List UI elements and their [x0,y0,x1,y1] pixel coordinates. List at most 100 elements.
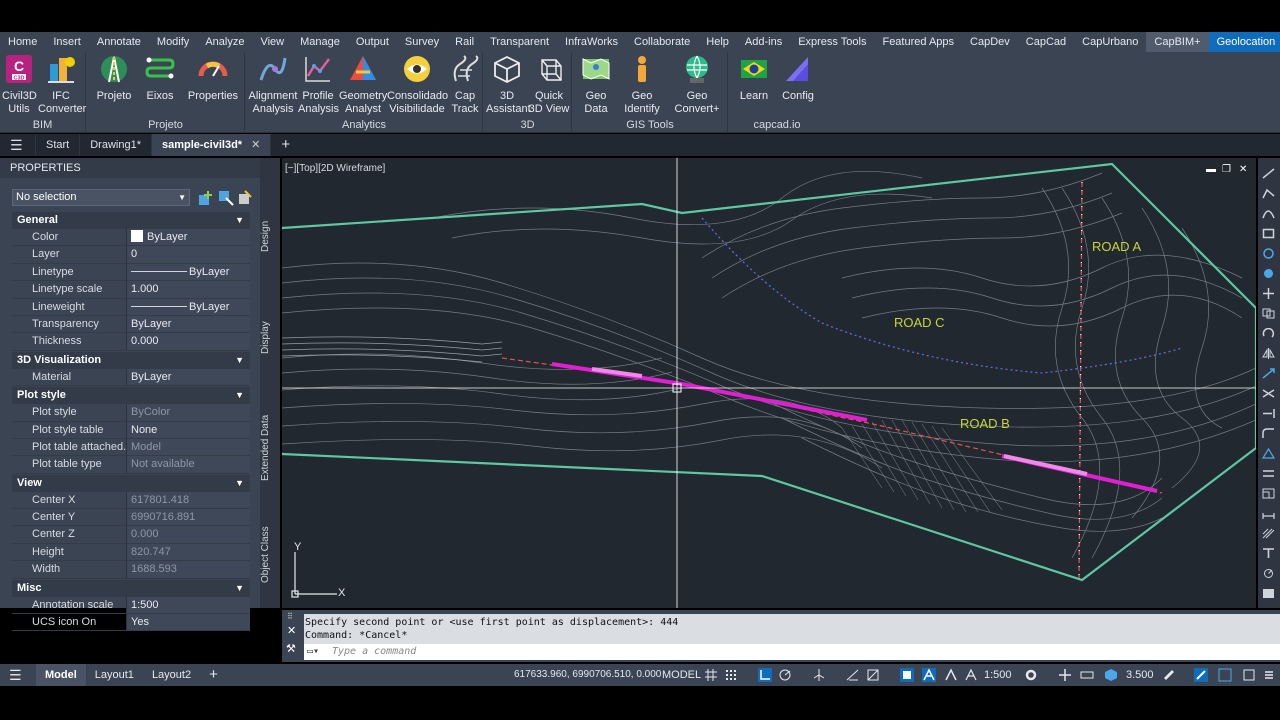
section-general[interactable]: General ▼ [12,212,250,229]
command-close-icon[interactable]: ✕ [287,624,296,637]
tool-arc-icon[interactable] [1262,208,1275,219]
ortho-mode-icon[interactable] [758,668,772,682]
menu-featured-apps[interactable]: Featured Apps [874,32,962,52]
command-grip-icon[interactable]: ⠿ [287,612,293,621]
add-layout-plus-icon[interactable]: + [200,664,227,686]
projeto-button[interactable]: Projeto [95,54,133,103]
prop-row-lineweight[interactable]: Lineweight ByLayer [12,298,250,316]
tool-trim-icon[interactable] [1262,388,1275,399]
menu-capbim[interactable]: CapBIM+ [1146,32,1209,52]
select-objects-icon[interactable] [218,190,234,206]
command-prompt-icon[interactable]: ▭▾ [307,644,319,660]
polar-tracking-icon[interactable] [778,668,792,682]
prop-row-plot-style[interactable]: Plot style ByColor [12,404,250,422]
prop-row-center-x[interactable]: Center X 617801.418 [12,491,250,510]
customization-icon[interactable] [1262,668,1276,682]
consolidado-visibilidade-button[interactable]: Consolidado Visibilidade [387,54,448,116]
prop-row-ucs-icon-on[interactable]: UCS icon On Yes [12,614,250,632]
isodraft-icon[interactable] [812,668,826,682]
tool-rotate-icon[interactable] [1262,328,1275,339]
menu-annotate[interactable]: Annotate [89,32,149,52]
hardware-accel-icon[interactable] [1162,668,1176,682]
menu-transparent[interactable]: Transparent [482,32,557,52]
tool-extend-icon[interactable] [1262,408,1275,419]
menu-output[interactable]: Output [348,32,397,52]
prop-row-material[interactable]: Material ByLayer [12,368,250,387]
side-tab-object-class[interactable]: Object Class [260,526,280,584]
eixos-button[interactable]: Eixos [141,54,179,103]
3d-assistant-button[interactable]: 3D Assistant [486,54,531,116]
geo-identify-button[interactable]: Geo Identify [619,54,665,116]
prop-row-width[interactable]: Width 1688.593 [12,561,250,579]
alignment-analysis-button[interactable]: Alignment Analysis [248,54,298,116]
menu-infraworks[interactable]: InfraWorks [557,32,626,52]
annotation-scale-icon[interactable] [964,668,978,682]
prop-row-linetype-scale[interactable]: Linetype scale 1.000 [12,281,250,299]
tool-polyline-icon[interactable] [1262,188,1275,199]
new-tab-plus-icon[interactable]: + [271,134,300,156]
menu-addins[interactable]: Add-ins [737,32,790,52]
precision-value[interactable]: 3.500 [1126,664,1154,686]
menu-collaborate[interactable]: Collaborate [626,32,698,52]
prop-row-plot-table-attached[interactable]: Plot table attached... Model [12,438,250,457]
model-space-toggle[interactable]: MODEL [662,664,701,686]
section-view[interactable]: View ▼ [12,474,250,492]
prop-row-height[interactable]: Height 820.747 [12,543,250,562]
tool-mirror-icon[interactable] [1262,348,1275,359]
menu-modify[interactable]: Modify [149,32,197,52]
close-tab-icon[interactable]: ✕ [251,139,260,151]
tab-model[interactable]: Model [36,664,86,686]
drawing-viewport[interactable]: ROAD A ROAD C ROAD B Y X [−][Top][2D Wir… [282,158,1256,608]
tool-properties-icon[interactable] [1262,588,1275,599]
snap-mode-icon[interactable] [724,668,738,682]
prop-row-linetype[interactable]: Linetype ByLayer [12,263,250,282]
viewport-close-icon[interactable]: ✕ [1239,164,1247,175]
viewport-minimize-icon[interactable]: ▬ [1206,164,1216,175]
profile-analysis-button[interactable]: Profile Analysis [298,54,339,116]
tool-scale-icon[interactable] [1262,488,1275,499]
section-plot-style[interactable]: Plot style ▼ [12,387,250,405]
section-3d-visualization[interactable]: 3D Visualization ▼ [12,351,250,369]
autoscale-icon[interactable] [944,668,958,682]
cursor-coordinates[interactable]: 617633.960, 6990706.510, 0.000 [514,664,661,686]
prop-row-center-z[interactable]: Center Z 0.000 [12,526,250,544]
tool-move-icon[interactable] [1262,288,1275,299]
menu-capurbano[interactable]: CapUrbano [1074,32,1146,52]
menu-manage[interactable]: Manage [292,32,348,52]
prop-row-thickness[interactable]: Thickness 0.000 [12,333,250,351]
menu-insert[interactable]: Insert [45,32,89,52]
object-snap-tracking-icon[interactable] [846,668,860,682]
menu-capcad[interactable]: CapCad [1018,32,1074,52]
side-tab-design[interactable]: Design [260,216,280,256]
workspace-gear-icon[interactable] [1024,668,1038,682]
ifc-converter-button[interactable]: IFC Converter [38,54,86,116]
prop-row-plot-table-type[interactable]: Plot table type Not available [12,456,250,474]
civil3d-utils-button[interactable]: C C3D Civil3D Utils [2,54,37,116]
geometry-analyst-button[interactable]: Geometry Analyst [339,54,387,116]
tool-stretch-icon[interactable] [1262,368,1275,379]
prop-row-color[interactable]: Color ByLayer [12,229,250,247]
prop-row-center-y[interactable]: Center Y 6990716.891 [12,509,250,527]
tool-offset-icon[interactable] [1262,468,1275,479]
prop-row-plot-style-table[interactable]: Plot style table None [12,421,250,439]
geo-convert-button[interactable]: Geo Convert+ [671,54,723,116]
units-icon[interactable] [1080,668,1094,682]
menu-capdev[interactable]: CapDev [962,32,1018,52]
fullscreen-icon[interactable] [1242,668,1256,682]
tool-text-icon[interactable] [1262,548,1275,559]
layout-menu-icon[interactable]: ☰ [0,664,36,686]
tool-dimension-icon[interactable] [1262,508,1275,519]
annotation-scale-value[interactable]: 1:500 [984,664,1012,686]
tab-sample-civil3d[interactable]: sample-civil3d* ✕ [151,134,272,156]
hamburger-menu-icon[interactable]: ☰ [0,134,36,156]
object-snap-icon[interactable] [866,668,880,682]
quick-3d-view-button[interactable]: Quick 3D View [528,54,570,116]
menu-home[interactable]: Home [0,32,45,52]
prop-row-layer[interactable]: Layer 0 [12,246,250,264]
menu-express-tools[interactable]: Express Tools [790,32,874,52]
command-input[interactable]: ▭▾ Type a command [304,644,1280,660]
tool-rectangle-icon[interactable] [1262,228,1275,239]
graphics-performance-icon[interactable] [1218,668,1232,682]
tool-hatch-icon[interactable] [1262,528,1275,539]
learn-button[interactable]: Learn [733,54,775,103]
